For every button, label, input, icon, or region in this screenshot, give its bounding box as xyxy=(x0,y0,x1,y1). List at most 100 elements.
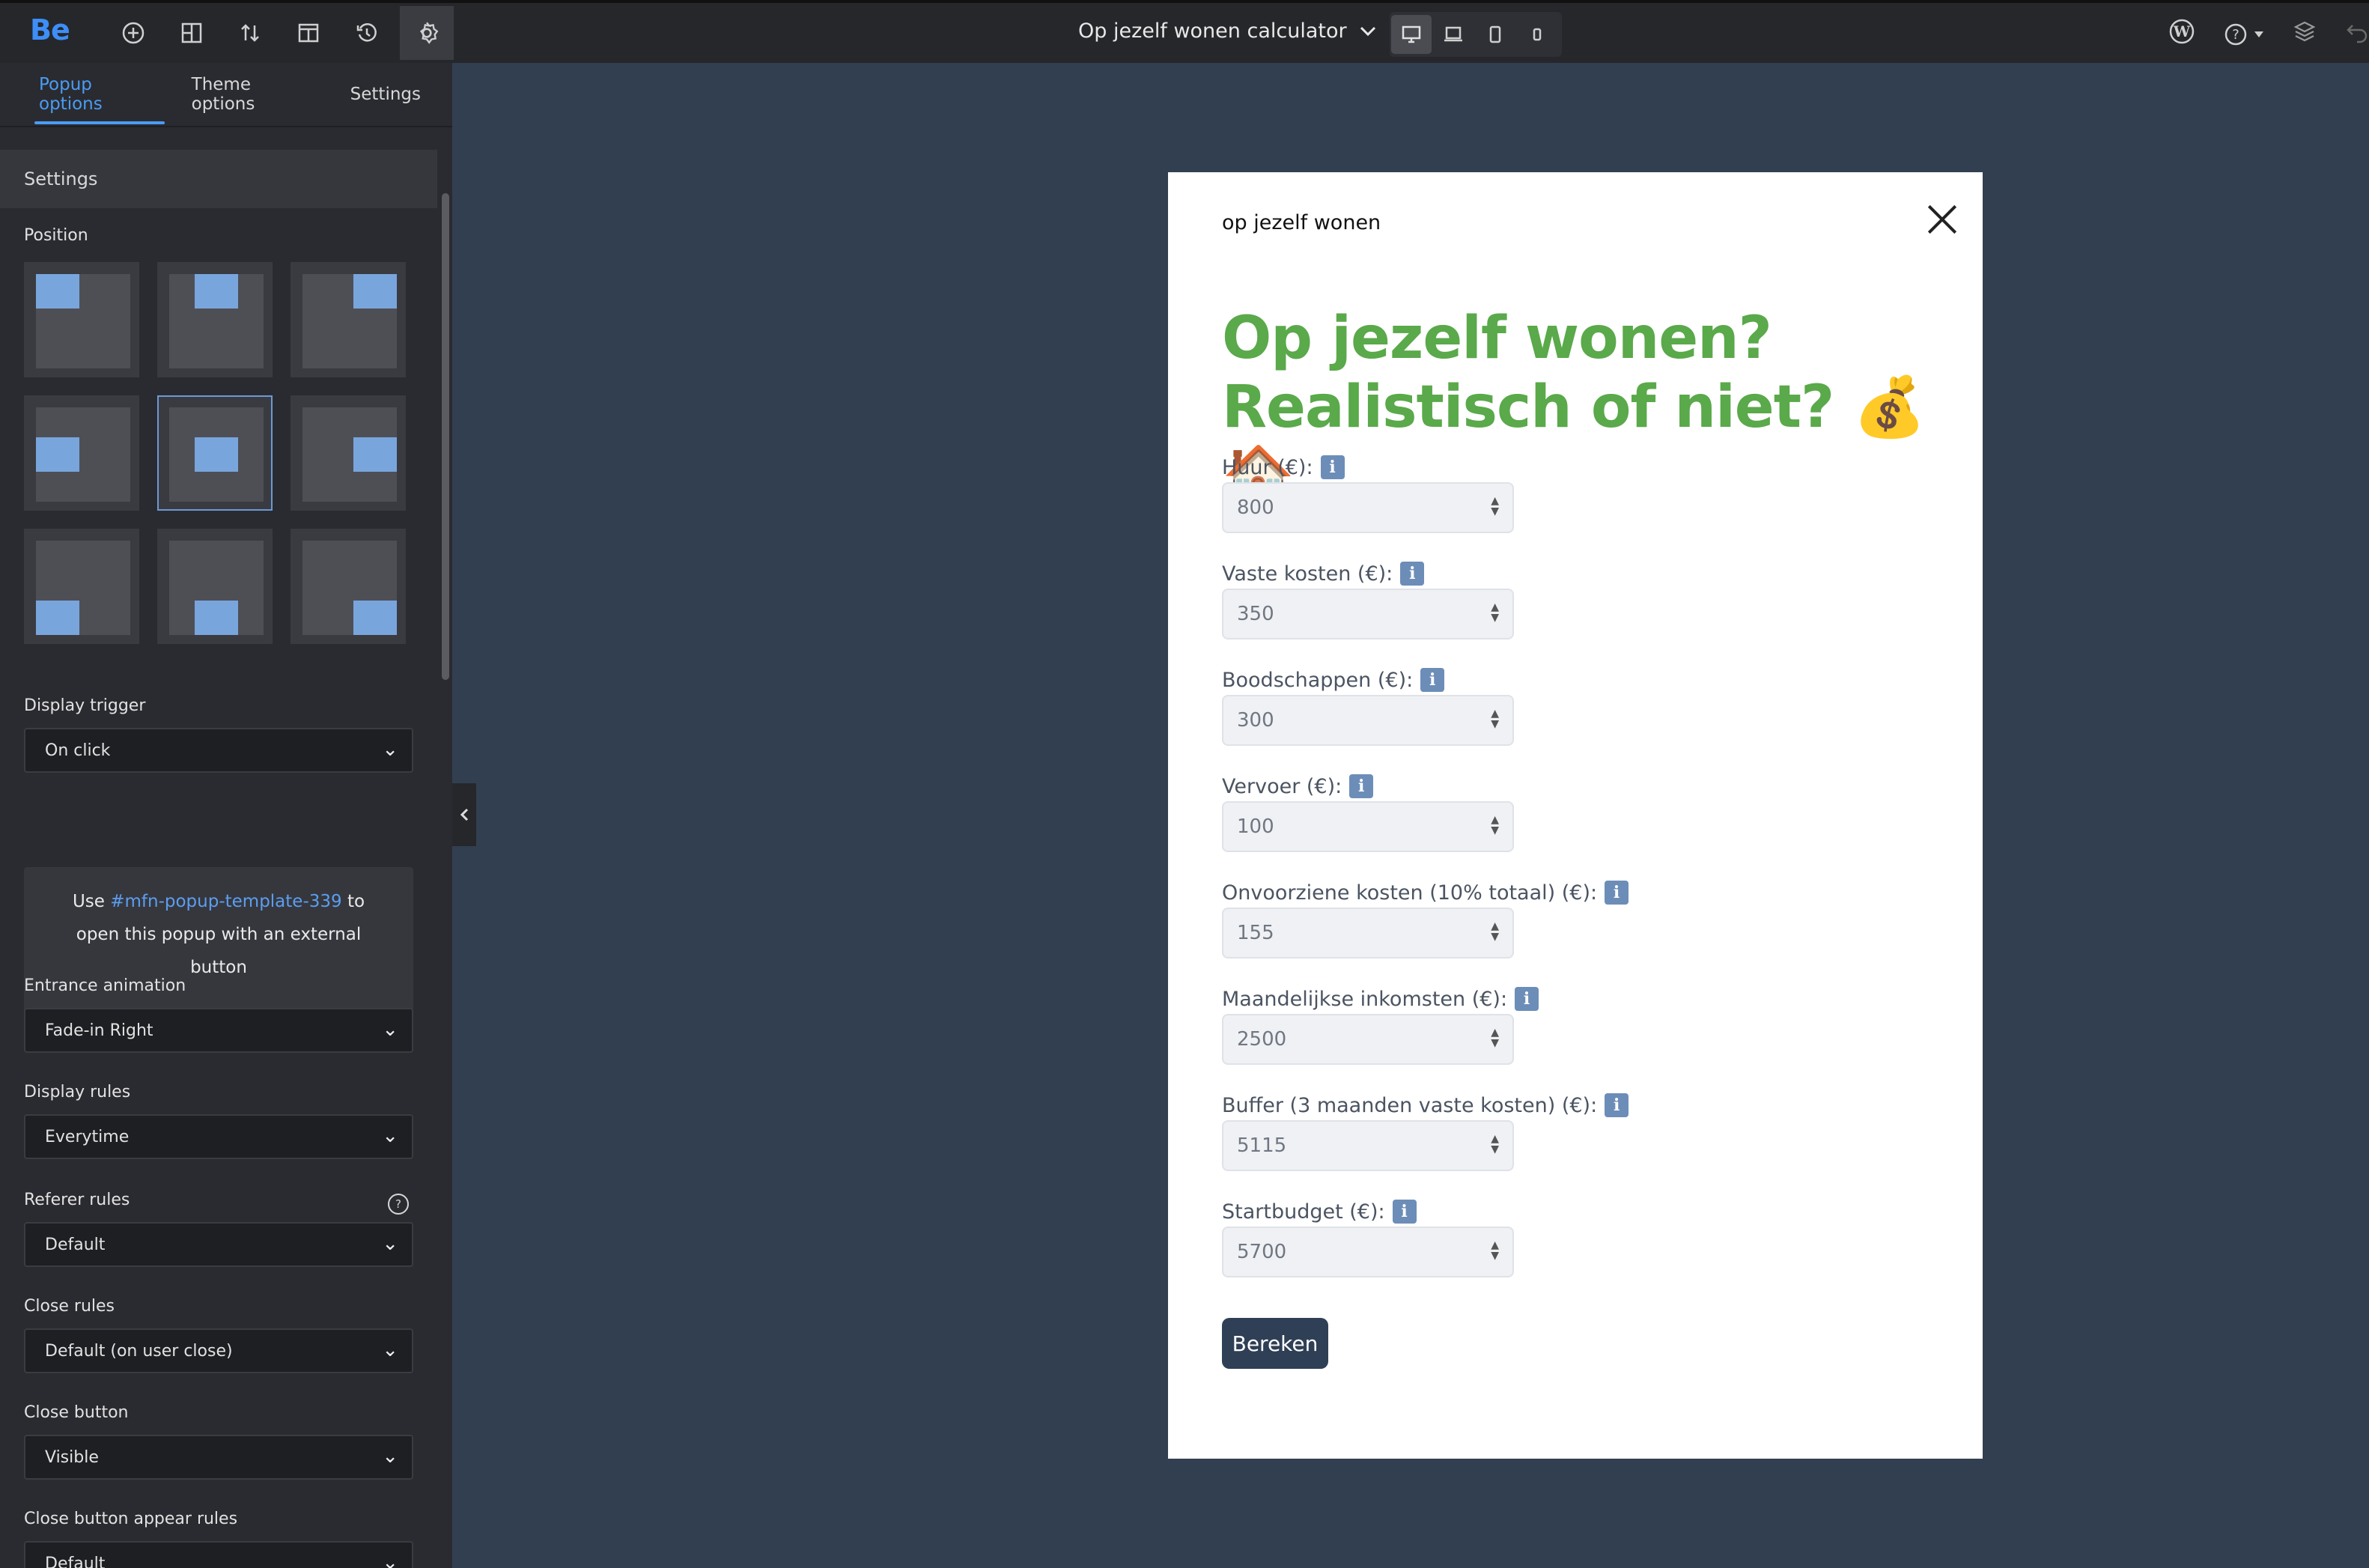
page-title-dropdown[interactable]: Op jezelf wonen calculator xyxy=(1078,19,1377,43)
help-icon[interactable]: ? xyxy=(2224,22,2264,46)
close-button-appear-rules-select[interactable]: Default ⌄ xyxy=(24,1541,413,1568)
close-icon[interactable] xyxy=(1920,199,1965,244)
tab-settings[interactable]: Settings xyxy=(350,63,421,126)
desktop-icon[interactable] xyxy=(1391,15,1432,54)
display-rules-label: Display rules xyxy=(24,1083,131,1101)
grid-icon[interactable] xyxy=(171,12,213,54)
undo-icon[interactable] xyxy=(2345,19,2369,49)
close-rules-select[interactable]: Default (on user close) ⌄ xyxy=(24,1328,413,1373)
external-trigger-info: Use #mfn-popup-template-339 to open this… xyxy=(24,867,413,1027)
stepper-icon[interactable]: ▲ ▼ xyxy=(1491,1027,1499,1048)
chevron-down-icon: ⌄ xyxy=(382,1233,398,1255)
close-button-select[interactable]: Visible ⌄ xyxy=(24,1435,413,1480)
info-icon[interactable]: i xyxy=(1349,774,1374,798)
close-rules-label: Close rules xyxy=(24,1297,115,1316)
position-middle-left[interactable] xyxy=(24,395,139,511)
position-bottom-center[interactable] xyxy=(157,529,273,644)
position-top-center[interactable] xyxy=(157,262,273,377)
buffer-input[interactable]: 5115 ▲ ▼ xyxy=(1222,1120,1514,1171)
display-trigger-select[interactable]: On click ⌄ xyxy=(24,728,413,773)
boodschappen-value: 300 xyxy=(1237,709,1274,732)
position-bottom-left[interactable] xyxy=(24,529,139,644)
settings-section-header[interactable]: Settings xyxy=(0,150,437,208)
chevron-down-icon: ⌄ xyxy=(382,738,398,761)
chevron-down-icon: ⌄ xyxy=(382,1018,398,1041)
info-icon[interactable]: i xyxy=(1515,987,1539,1011)
layers-icon[interactable] xyxy=(2293,19,2317,49)
info-text-prefix: Use xyxy=(72,892,111,911)
popup-preview: op jezelf wonen Op jezelf wonen? Realist… xyxy=(1168,172,1983,1459)
stepper-icon[interactable]: ▲ ▼ xyxy=(1491,921,1499,942)
display-rules-value: Everytime xyxy=(45,1127,130,1146)
tab-popup-options[interactable]: Popup options xyxy=(34,63,165,126)
info-icon[interactable]: i xyxy=(1400,562,1425,586)
popup-template-anchor[interactable]: #mfn-popup-template-339 xyxy=(110,892,341,911)
sidebar-scrollbar[interactable] xyxy=(442,193,449,680)
stepper-icon[interactable]: ▲ ▼ xyxy=(1491,1240,1499,1261)
startbudget-value: 5700 xyxy=(1237,1241,1287,1263)
vervoer-input[interactable]: 100 ▲ ▼ xyxy=(1222,801,1514,852)
field-label-onvoorziene-kosten: Onvoorziene kosten (10% totaal) (€): i xyxy=(1222,881,1629,905)
vaste-kosten-input[interactable]: 350 ▲ ▼ xyxy=(1222,589,1514,639)
svg-text:W: W xyxy=(2173,22,2191,40)
info-icon[interactable]: i xyxy=(1420,668,1445,692)
buffer-value: 5115 xyxy=(1237,1134,1287,1157)
field-label-boodschappen: Boodschappen (€): i xyxy=(1222,668,1445,692)
tablet-icon[interactable] xyxy=(1475,15,1515,54)
stepper-icon[interactable]: ▲ ▼ xyxy=(1491,602,1499,623)
laptop-icon[interactable] xyxy=(1433,15,1474,54)
history-icon[interactable] xyxy=(346,12,388,54)
position-center[interactable] xyxy=(157,395,273,511)
position-top-right[interactable] xyxy=(291,262,406,377)
entrance-animation-label: Entrance animation xyxy=(24,976,186,995)
info-icon[interactable]: i xyxy=(1392,1200,1417,1224)
add-icon[interactable] xyxy=(112,12,154,54)
calculate-button[interactable]: Bereken xyxy=(1222,1318,1328,1369)
page-title: Op jezelf wonen calculator xyxy=(1078,19,1347,43)
referer-rules-select[interactable]: Default ⌄ xyxy=(24,1222,413,1267)
mobile-icon[interactable] xyxy=(1517,15,1557,54)
position-label: Position xyxy=(24,226,88,245)
boodschappen-input[interactable]: 300 ▲ ▼ xyxy=(1222,695,1514,746)
display-rules-select[interactable]: Everytime ⌄ xyxy=(24,1114,413,1159)
popup-headline: Op jezelf wonen? Realistisch of niet? 💰🏠 xyxy=(1222,304,1941,511)
chevron-down-icon xyxy=(1360,26,1375,36)
close-button-appear-rules-value: Default xyxy=(45,1554,106,1568)
field-label-maandelijkse-inkomsten: Maandelijkse inkomsten (€): i xyxy=(1222,987,1539,1011)
vaste-kosten-value: 350 xyxy=(1237,603,1274,625)
position-top-left[interactable] xyxy=(24,262,139,377)
entrance-animation-select[interactable]: Fade-in Right ⌄ xyxy=(24,1008,413,1053)
stepper-icon[interactable]: ▲ ▼ xyxy=(1491,496,1499,517)
close-button-label: Close button xyxy=(24,1403,129,1422)
close-button-appear-rules-label: Close button appear rules xyxy=(24,1510,238,1528)
huur-input[interactable]: 800 ▲ ▼ xyxy=(1222,482,1514,533)
onvoorziene-kosten-input[interactable]: 155 ▲ ▼ xyxy=(1222,908,1514,958)
info-icon[interactable]: i xyxy=(1605,1093,1629,1117)
info-icon[interactable]: i xyxy=(1320,455,1345,479)
field-label-huur: Huur (€): i xyxy=(1222,455,1345,479)
info-icon[interactable]: i xyxy=(1605,881,1629,905)
gear-icon[interactable] xyxy=(400,6,454,60)
layout-icon[interactable] xyxy=(288,12,329,54)
chevron-down-icon: ⌄ xyxy=(382,1339,398,1361)
stepper-icon[interactable]: ▲ ▼ xyxy=(1491,708,1499,729)
chevron-down-icon: ⌄ xyxy=(382,1552,398,1568)
field-label-text: Onvoorziene kosten (10% totaal) (€): xyxy=(1222,881,1598,905)
tab-theme-options[interactable]: Theme options xyxy=(192,63,319,126)
position-middle-right[interactable] xyxy=(291,395,406,511)
device-switcher xyxy=(1390,12,1562,57)
info-circle-icon[interactable]: ? xyxy=(388,1194,409,1215)
position-bottom-right[interactable] xyxy=(291,529,406,644)
maandelijkse-inkomsten-input[interactable]: 2500 ▲ ▼ xyxy=(1222,1014,1514,1065)
collapse-sidebar-button[interactable] xyxy=(452,783,476,846)
display-trigger-value: On click xyxy=(45,741,111,760)
stepper-icon[interactable]: ▲ ▼ xyxy=(1491,815,1499,836)
field-label-vervoer: Vervoer (€): i xyxy=(1222,774,1374,798)
display-trigger-label: Display trigger xyxy=(24,696,146,715)
stepper-icon[interactable]: ▲ ▼ xyxy=(1491,1134,1499,1155)
startbudget-input[interactable]: 5700 ▲ ▼ xyxy=(1222,1227,1514,1277)
sort-icon[interactable] xyxy=(229,12,271,54)
chevron-down-icon: ⌄ xyxy=(382,1445,398,1468)
wordpress-icon[interactable]: W xyxy=(2168,18,2195,51)
app-logo[interactable]: Be xyxy=(30,13,70,46)
